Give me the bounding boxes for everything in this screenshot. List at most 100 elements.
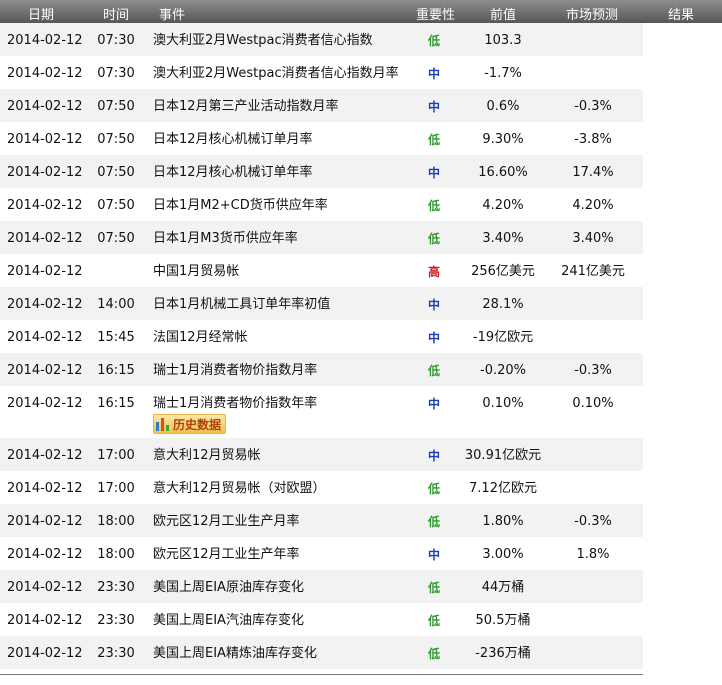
cell-date: 2014-02-12 (7, 132, 83, 147)
cell-forecast: 3.40% (572, 231, 614, 246)
cell-date: 2014-02-12 (7, 514, 83, 529)
cell-previous: 28.1% (482, 297, 524, 312)
cell-event: 日本1月机械工具订单年率初值 (153, 297, 331, 312)
table-row: 2014-02-12 16:15 瑞士1月消费者物价指数月率 低 -0.20% -0.3% (0, 353, 643, 386)
table-row: 2014-02-12 07:50 日本1月M3货币供应年率 低 3.40% 3.40% (0, 221, 643, 254)
cell-importance: 低 (427, 199, 440, 213)
cell-forecast: 241亿美元 (561, 264, 625, 279)
cell-time: 18:00 (97, 547, 135, 562)
cell-importance: 低 (427, 614, 440, 628)
cell-date: 2014-02-12 (7, 396, 83, 411)
cell-forecast: -0.3% (574, 514, 612, 529)
cell-importance: 中 (427, 548, 440, 562)
cell-date: 2014-02-12 (7, 547, 83, 562)
cell-importance: 中 (427, 449, 440, 463)
cell-importance: 低 (427, 647, 440, 661)
cell-date: 2014-02-12 (7, 330, 83, 345)
cell-event: 中国1月贸易帐 (153, 264, 240, 279)
cell-date: 2014-02-12 (7, 363, 83, 378)
table-row: 2014-02-12 07:50 日本12月核心机械订单月率 低 9.30% -3.8% (0, 122, 643, 155)
cell-previous: -19亿欧元 (472, 330, 534, 345)
cell-event: 美国上周EIA原油库存变化 (153, 580, 304, 595)
cell-time: 07:50 (97, 231, 135, 246)
cell-date: 2014-02-12 (7, 580, 83, 595)
cell-previous: -1.7% (484, 66, 522, 81)
header-importance: 重要性 (416, 8, 456, 23)
cell-event: 瑞士1月消费者物价指数月率 (153, 363, 318, 378)
table-row: 2014-02-12 07:50 日本12月第三产业活动指数月率 中 0.6% -0.3% (0, 89, 643, 122)
cell-importance: 中 (427, 331, 440, 345)
cell-date: 2014-02-12 (7, 481, 83, 496)
cell-importance: 低 (427, 515, 440, 529)
cell-event: 意大利12月贸易帐（对欧盟） (153, 481, 326, 496)
cell-event: 瑞士1月消费者物价指数年率 (153, 396, 318, 411)
cell-forecast: 4.20% (572, 198, 614, 213)
cell-previous: 103.3 (484, 33, 522, 48)
table-row: 2014-02-12 17:00 意大利12月贸易帐 中 30.91亿欧元 (0, 438, 643, 471)
cell-event: 日本12月核心机械订单月率 (153, 132, 313, 147)
cell-event: 欧元区12月工业生产月率 (153, 514, 300, 529)
cell-time: 23:30 (97, 646, 135, 661)
cell-previous: 4.20% (482, 198, 524, 213)
table-row: 2014-02-12 23:30 美国上周EIA汽油库存变化 低 50.5万桶 (0, 603, 643, 636)
cell-date: 2014-02-12 (7, 448, 83, 463)
header-forecast: 市场预测 (566, 8, 619, 23)
bar-chart-icon (156, 417, 170, 431)
cell-time: 07:50 (97, 132, 135, 147)
cell-forecast: 1.8% (576, 547, 610, 562)
cell-previous: 256亿美元 (471, 264, 535, 279)
table-row: 2014-02-12 07:30 澳大利亚2月Westpac消费者信心指数 低 103.… (0, 23, 643, 56)
cell-previous: 30.91亿欧元 (464, 448, 542, 463)
cell-event: 澳大利亚2月Westpac消费者信心指数 (153, 33, 373, 48)
cell-importance: 低 (427, 364, 440, 378)
table-row: 2014-02-12 18:00 欧元区12月工业生产月率 低 1.80% -0.3% (0, 504, 643, 537)
cell-importance: 低 (427, 34, 440, 48)
cell-date: 2014-02-12 (7, 198, 83, 213)
cell-importance: 低 (427, 581, 440, 595)
cell-event: 日本12月核心机械订单年率 (153, 165, 313, 180)
cell-date: 2014-02-12 (7, 165, 83, 180)
table-row: 2014-02-12 16:15 瑞士1月消费者物价指数年率 中 0.10% 0.10% 历… (0, 386, 643, 438)
header-time: 时间 (103, 8, 130, 23)
cell-previous: -236万桶 (475, 646, 531, 661)
cell-previous: 1.80% (482, 514, 524, 529)
table-row: 2014-02-12 15:45 法国12月经常帐 中 -19亿欧元 (0, 320, 643, 353)
history-data-label: 历史数据 (173, 417, 222, 432)
table-header: 日期 时间 事件 重要性 前值 市场预测 结果 (0, 0, 722, 23)
header-result: 结果 (668, 8, 695, 23)
cell-previous: 7.12亿欧元 (469, 481, 537, 496)
table-row: 2014-02-12 14:00 日本1月机械工具订单年率初值 中 28.1% (0, 287, 643, 320)
cell-forecast: -3.8% (574, 132, 612, 147)
cell-time: 17:00 (97, 448, 135, 463)
cell-date: 2014-02-12 (7, 66, 83, 81)
cell-time: 07:30 (97, 66, 135, 81)
cell-time: 07:50 (97, 99, 135, 114)
cell-time: 07:30 (97, 33, 135, 48)
cell-forecast: 0.10% (572, 396, 614, 411)
cell-previous: 3.40% (482, 231, 524, 246)
calendar-table: 2014-02-12 07:30 澳大利亚2月Westpac消费者信心指数低 103.… (0, 23, 643, 669)
cell-time: 23:30 (97, 580, 135, 595)
cell-date: 2014-02-12 (7, 264, 83, 279)
cell-time: 23:30 (97, 613, 135, 628)
cell-previous: 16.60% (478, 165, 528, 180)
cell-date: 2014-02-12 (7, 231, 83, 246)
cell-event: 美国上周EIA精炼油库存变化 (153, 646, 317, 661)
cell-previous: 0.6% (486, 99, 520, 114)
cell-previous: 50.5万桶 (475, 613, 531, 628)
cell-importance: 中 (427, 100, 440, 114)
table-bottom-border (0, 674, 643, 675)
cell-forecast: 17.4% (572, 165, 614, 180)
cell-importance: 低 (427, 133, 440, 147)
cell-event: 日本1月M2+CD货币供应年率 (153, 198, 328, 213)
cell-time: 16:15 (97, 363, 135, 378)
cell-event: 欧元区12月工业生产年率 (153, 547, 300, 562)
table-row: 2014-02-12 18:00 欧元区12月工业生产年率 中 3.00% 1.8% (0, 537, 643, 570)
table-row: 2014-02-12 23:30 美国上周EIA原油库存变化 低 44万桶 (0, 570, 643, 603)
cell-forecast: -0.3% (574, 363, 612, 378)
cell-time: 15:45 (97, 330, 135, 345)
table-row: 2014-02-12 07:30 澳大利亚2月Westpac消费者信心指数月率 中 -1… (0, 56, 643, 89)
table-row: 2014-02-12 07:50 日本12月核心机械订单年率 中 16.60% 17.4% (0, 155, 643, 188)
history-data-button[interactable]: 历史数据 (153, 414, 227, 434)
cell-importance: 高 (427, 265, 440, 279)
